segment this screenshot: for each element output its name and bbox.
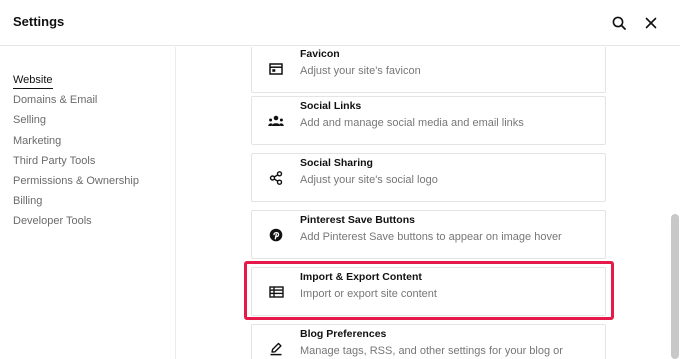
sidebar-item-developer-tools[interactable]: Developer Tools bbox=[13, 215, 92, 227]
card-social-links[interactable]: Social Links Add and manage social media… bbox=[251, 96, 606, 145]
card-favicon[interactable]: Favicon Adjust your site's favicon bbox=[251, 47, 606, 93]
table-icon bbox=[267, 283, 285, 301]
card-title: Pinterest Save Buttons bbox=[300, 214, 415, 226]
card-title: Social Sharing bbox=[300, 157, 373, 169]
sidebar-item-permissions-ownership[interactable]: Permissions & Ownership bbox=[13, 175, 139, 187]
settings-sidebar: Website Domains & Email Selling Marketin… bbox=[0, 47, 176, 359]
scrollbar-thumb[interactable] bbox=[671, 214, 679, 359]
settings-content: Favicon Adjust your site's favicon Socia… bbox=[177, 47, 667, 359]
settings-header: Settings bbox=[0, 0, 680, 46]
close-button[interactable] bbox=[640, 12, 662, 34]
pinterest-icon bbox=[267, 226, 285, 244]
card-title: Blog Preferences bbox=[300, 328, 387, 340]
card-description: Import or export site content bbox=[300, 288, 437, 300]
close-icon bbox=[645, 17, 657, 29]
search-button[interactable] bbox=[608, 12, 630, 34]
card-import-export-content[interactable]: Import & Export Content Import or export… bbox=[251, 267, 606, 316]
share-icon bbox=[267, 169, 285, 187]
card-title: Favicon bbox=[300, 48, 340, 60]
sidebar-item-third-party-tools[interactable]: Third Party Tools bbox=[13, 155, 95, 167]
sidebar-item-domains-email[interactable]: Domains & Email bbox=[13, 94, 97, 106]
card-description: Add and manage social media and email li… bbox=[300, 117, 524, 129]
card-description: Adjust your site's social logo bbox=[300, 174, 438, 186]
card-social-sharing[interactable]: Social Sharing Adjust your site's social… bbox=[251, 153, 606, 202]
card-description: Manage tags, RSS, and other settings for… bbox=[300, 345, 563, 357]
sidebar-item-billing[interactable]: Billing bbox=[13, 195, 42, 207]
blog-edit-icon bbox=[267, 340, 285, 358]
card-description: Adjust your site's favicon bbox=[300, 65, 421, 77]
sidebar-item-website[interactable]: Website bbox=[13, 74, 53, 89]
favicon-icon bbox=[267, 60, 285, 78]
sidebar-item-marketing[interactable]: Marketing bbox=[13, 135, 61, 147]
card-title: Import & Export Content bbox=[300, 271, 422, 283]
card-blog-preferences[interactable]: Blog Preferences Manage tags, RSS, and o… bbox=[251, 324, 606, 359]
search-icon bbox=[612, 16, 626, 30]
card-description: Add Pinterest Save buttons to appear on … bbox=[300, 231, 562, 243]
people-icon bbox=[267, 112, 285, 130]
card-pinterest-save-buttons[interactable]: Pinterest Save Buttons Add Pinterest Sav… bbox=[251, 210, 606, 259]
card-title: Social Links bbox=[300, 100, 362, 112]
sidebar-item-selling[interactable]: Selling bbox=[13, 114, 46, 126]
page-title: Settings bbox=[13, 14, 65, 29]
